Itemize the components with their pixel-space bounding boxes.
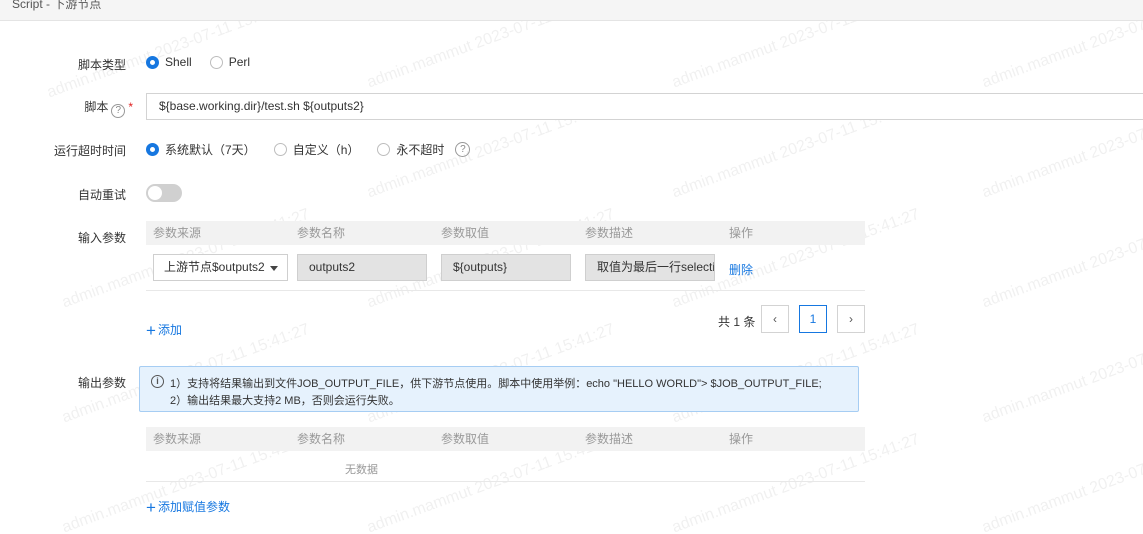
watermark: admin.mammut 2023-07-11 15:41:27 xyxy=(979,431,1143,534)
output-info-alert: i 1）支持将结果输出到文件JOB_OUTPUT_FILE，供下游节点使用。脚本… xyxy=(139,366,859,412)
add-input-param-button[interactable]: + 添加 xyxy=(146,321,182,340)
plus-icon: + xyxy=(146,498,156,517)
script-type-label: 脚本类型 xyxy=(77,58,126,72)
info-line-2: 2）输出结果最大支持2 MB，否则会运行失败。 xyxy=(170,395,400,407)
column-header: 参数取值 xyxy=(441,432,490,446)
timeout-radio-group: 系统默认（7天） 自定义（h） 永不超时 ? xyxy=(146,141,471,158)
radio-perl[interactable]: Perl xyxy=(209,55,251,69)
radio-perl-label: Perl xyxy=(228,55,251,69)
column-header: 操作 xyxy=(729,432,754,446)
column-header: 参数描述 xyxy=(585,432,634,446)
script-label-text: 脚本 xyxy=(84,100,109,114)
page-title: Script - 下游节点 xyxy=(12,0,102,11)
column-header: 参数名称 xyxy=(297,226,346,240)
param-value-field[interactable]: ${outputs} xyxy=(441,254,571,281)
toggle-knob xyxy=(148,186,162,200)
radio-timeout-custom-label: 自定义（h） xyxy=(292,143,360,157)
column-header: 参数名称 xyxy=(297,432,346,446)
add-input-param-label: 添加 xyxy=(157,323,182,337)
caret-down-icon xyxy=(270,266,278,271)
row-divider xyxy=(146,481,865,482)
delete-param-link[interactable]: 删除 xyxy=(729,261,753,278)
auto-retry-toggle[interactable] xyxy=(146,184,182,202)
output-params-table-header: 参数来源 参数名称 参数取值 参数描述 操作 xyxy=(146,427,865,451)
question-icon[interactable]: ? xyxy=(455,142,471,157)
radio-dot xyxy=(377,143,391,156)
info-icon: i xyxy=(151,375,164,388)
prev-page-button[interactable]: ‹ xyxy=(761,305,789,333)
radio-shell[interactable]: Shell xyxy=(146,55,192,69)
input-params-label: 输入参数 xyxy=(77,231,126,245)
page-1-button[interactable]: 1 xyxy=(799,305,827,333)
output-params-label: 输出参数 xyxy=(77,376,126,390)
input-params-table-header: 参数来源 参数名称 参数取值 参数描述 操作 xyxy=(146,221,865,245)
script-input[interactable]: ${base.working.dir}/test.sh ${outputs2} xyxy=(146,93,1143,120)
radio-dot xyxy=(273,143,287,156)
param-desc-field[interactable]: 取值为最后一行selecti xyxy=(585,254,715,281)
column-header: 参数来源 xyxy=(153,432,202,446)
pagination-total: 共 1 条 xyxy=(718,315,756,329)
radio-dot xyxy=(146,143,159,156)
radio-dot xyxy=(209,55,223,69)
radio-shell-label: Shell xyxy=(165,55,192,69)
watermark: admin.mammut 2023-07-11 15:41:27 xyxy=(979,206,1143,312)
timeout-label: 运行超时时间 xyxy=(53,144,126,158)
script-type-radio-group: Shell Perl xyxy=(146,55,268,69)
auto-retry-label: 自动重试 xyxy=(77,188,126,202)
radio-timeout-never-label: 永不超时 xyxy=(396,143,445,157)
radio-timeout-never[interactable]: 永不超时 xyxy=(377,141,444,158)
radio-timeout-default-label: 系统默认（7天） xyxy=(165,143,256,157)
empty-state-text: 无数据 xyxy=(345,464,378,476)
row-divider xyxy=(146,290,865,291)
info-line-1: 1）支持将结果输出到文件JOB_OUTPUT_FILE，供下游节点使用。脚本中使… xyxy=(170,378,822,390)
param-name-field[interactable]: outputs2 xyxy=(297,254,427,281)
column-header: 参数来源 xyxy=(153,226,202,240)
add-output-param-label: 添加赋值参数 xyxy=(157,500,230,514)
watermark: admin.mammut 2023-07-11 15:41:27 xyxy=(979,321,1143,427)
column-header: 参数取值 xyxy=(441,226,490,240)
param-source-value: 上游节点$outputs2 xyxy=(164,260,265,274)
column-header: 操作 xyxy=(729,226,754,240)
column-header: 参数描述 xyxy=(585,226,634,240)
plus-icon: + xyxy=(146,321,156,340)
add-output-param-button[interactable]: + 添加赋值参数 xyxy=(146,498,230,517)
radio-dot xyxy=(146,55,159,69)
question-icon[interactable]: ? xyxy=(111,104,126,118)
radio-timeout-custom[interactable]: 自定义（h） xyxy=(273,141,360,158)
param-source-select[interactable]: 上游节点$outputs2 xyxy=(153,254,288,281)
next-page-button[interactable]: › xyxy=(837,305,865,333)
header-bar: Script - 下游节点 xyxy=(0,0,1143,21)
required-mark: * xyxy=(128,100,133,114)
radio-timeout-default[interactable]: 系统默认（7天） xyxy=(146,141,256,158)
script-label: 脚本? * xyxy=(0,98,133,118)
